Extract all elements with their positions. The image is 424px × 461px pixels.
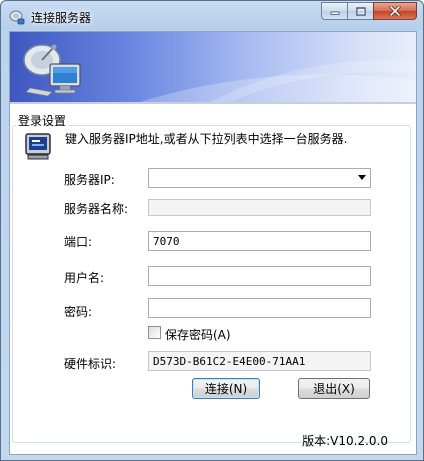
username-label: 用户名: [64,271,105,285]
save-password-checkbox[interactable] [148,326,161,339]
minimize-button[interactable] [321,2,347,20]
header-banner [10,32,416,102]
connect-button[interactable]: 连接(N) [192,378,260,399]
maximize-icon [355,6,366,16]
satellite-computer-icon [23,44,81,97]
computer-terminal-icon [25,133,51,160]
hardware-id-field: D573D-B61C2-E4E00-71AA1 [148,351,371,371]
instruction-text: 键入服务器IP地址,或者从下拉列表中选择一台服务器. [65,132,348,146]
minimize-icon [330,11,339,15]
title-bar[interactable]: 连接服务器 [1,1,423,31]
dialog-body: 登录设置 键入服务器IP地址,或者从下拉列表中选择一台服务器. 服务器IP: 服… [9,31,417,455]
port-input[interactable]: 7070 [148,231,371,251]
window-title: 连接服务器 [31,11,92,25]
server-ip-combobox[interactable] [148,168,371,188]
server-name-field [148,199,371,216]
chevron-down-icon[interactable] [358,175,366,180]
close-icon [389,6,401,16]
port-label: 端口: [64,235,93,249]
username-input[interactable] [148,266,371,286]
server-ip-label: 服务器IP: [64,173,115,187]
password-input[interactable] [148,298,371,318]
group-title: 登录设置 [16,112,69,129]
close-button[interactable] [373,2,417,20]
port-value: 7070 [153,235,180,248]
banner-separator [10,102,416,104]
server-name-label: 服务器名称: [64,202,129,216]
caption-buttons [321,2,417,21]
version-label: 版本:V10.2.0.0 [302,434,388,448]
save-password-label[interactable]: 保存密码(A) [165,326,231,343]
exit-button[interactable]: 退出(X) [298,378,370,399]
password-label: 密码: [64,305,93,319]
hardware-id-label: 硬件标识: [64,357,117,371]
satellite-dish-icon [9,10,25,25]
connect-server-window: 连接服务器 登录设置 键入服务器IP地址,或者从下拉列表中选择一台服务器. 服务… [0,0,424,461]
hardware-id-value: D573D-B61C2-E4E00-71AA1 [153,355,306,368]
maximize-button[interactable] [347,2,373,20]
